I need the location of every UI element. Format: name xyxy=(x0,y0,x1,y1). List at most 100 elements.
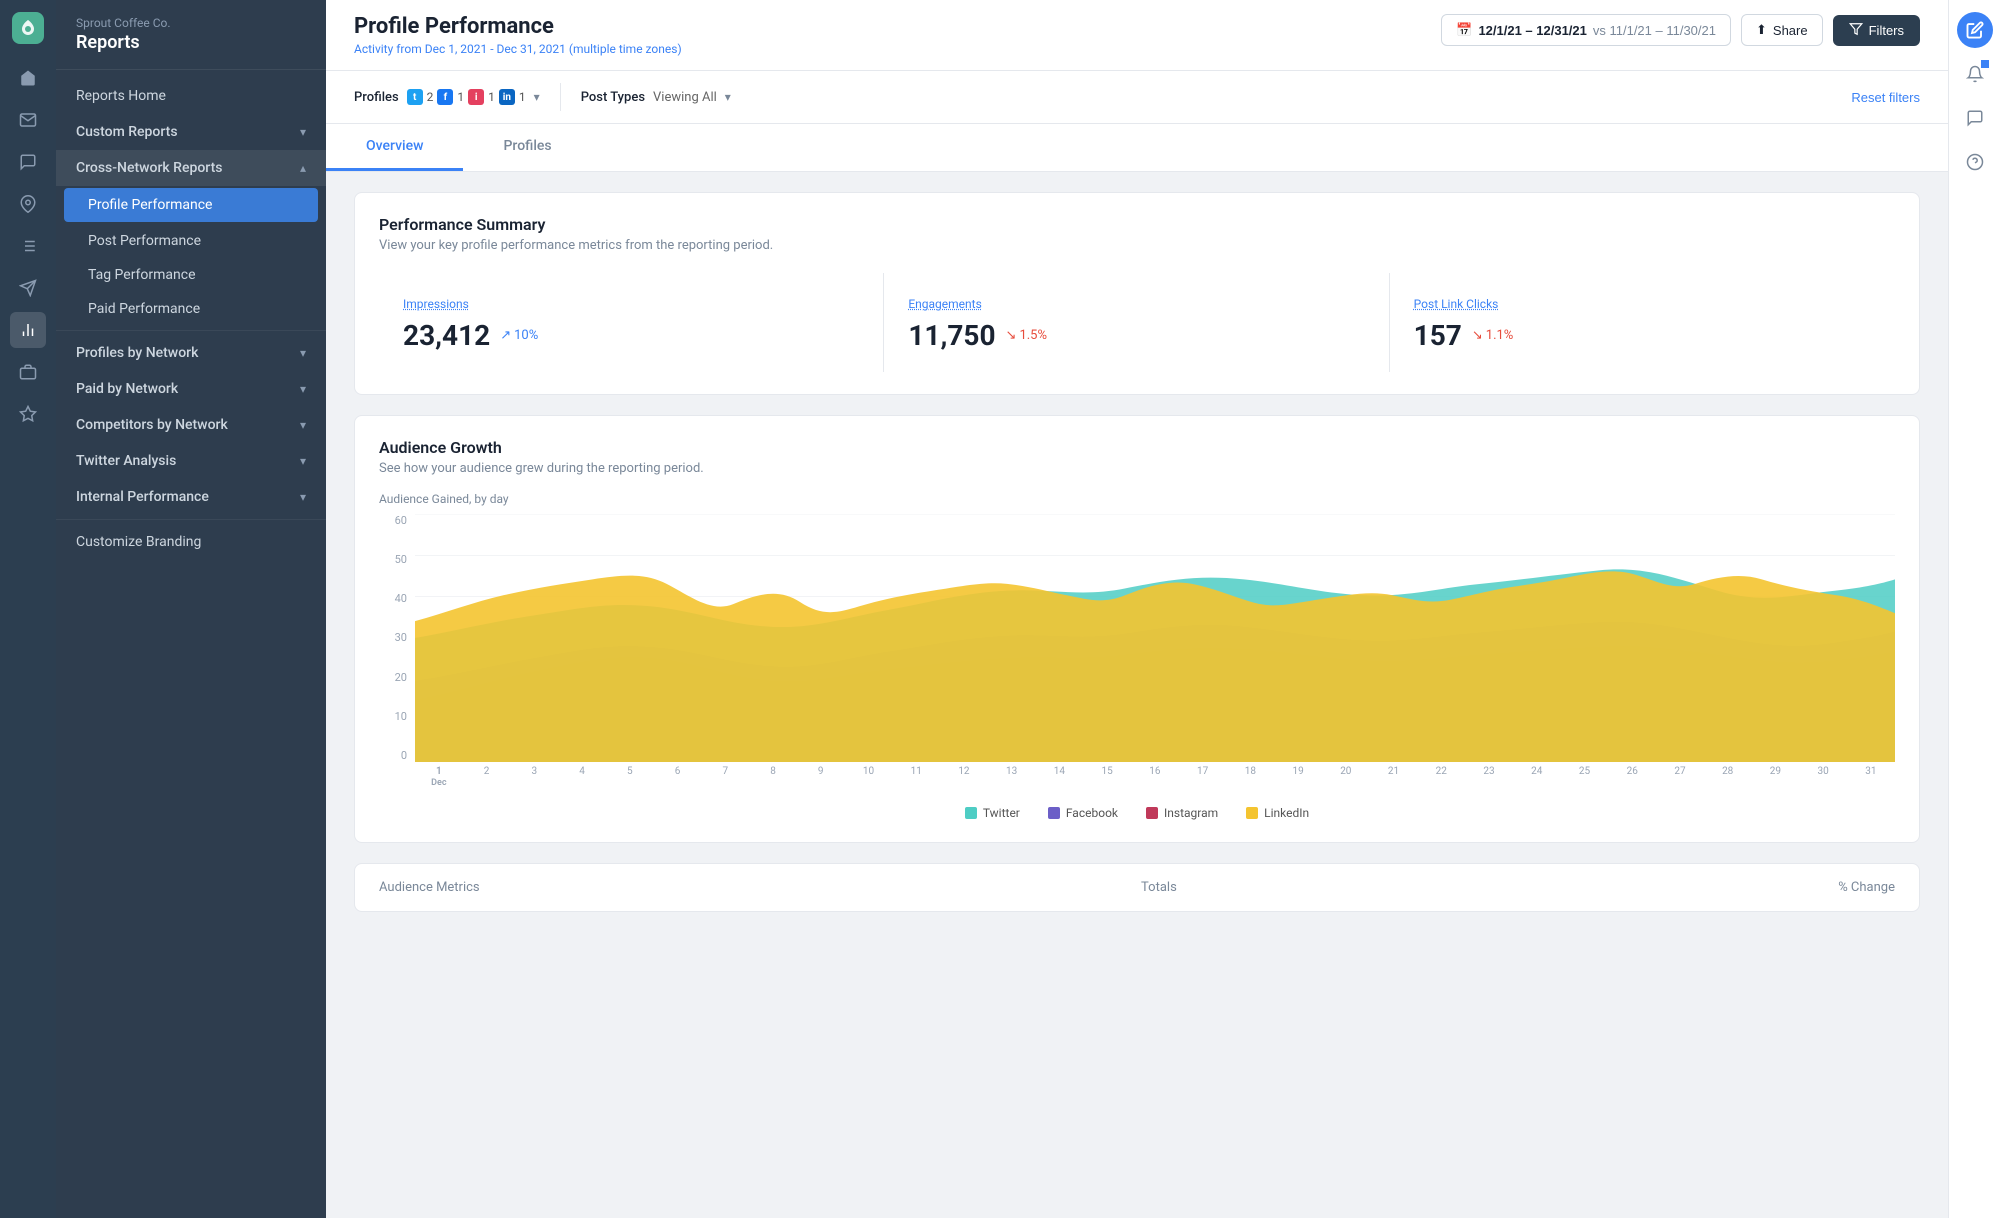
x-label-12: 12 xyxy=(940,766,988,777)
sidebar-item-profile-performance[interactable]: Profile Performance xyxy=(64,188,318,222)
y-label-40: 40 xyxy=(379,592,407,605)
post-types-label: Post Types xyxy=(581,90,645,105)
sidebar-icon-pin[interactable] xyxy=(10,186,46,222)
impressions-value: 23,412 xyxy=(403,319,490,352)
timezone-link[interactable]: multiple time zones xyxy=(573,42,678,56)
legend-facebook: Facebook xyxy=(1048,806,1118,820)
chevron-down-icon: ▾ xyxy=(300,454,306,468)
legend-instagram-label: Instagram xyxy=(1164,806,1218,820)
audience-growth-card: Audience Growth See how your audience gr… xyxy=(354,415,1920,843)
tab-profiles[interactable]: Profiles xyxy=(463,124,591,171)
x-label-17: 17 xyxy=(1179,766,1227,777)
sidebar-item-post-performance[interactable]: Post Performance xyxy=(56,224,326,258)
post-link-clicks-value: 157 xyxy=(1414,319,1462,352)
content-area: Performance Summary View your key profil… xyxy=(326,172,1948,1218)
x-label-31: 31 xyxy=(1847,766,1895,777)
sidebar-item-tag-performance[interactable]: Tag Performance xyxy=(56,258,326,292)
sidebar-item-cross-network[interactable]: Cross-Network Reports ▴ xyxy=(56,150,326,186)
x-label-13: 13 xyxy=(988,766,1036,777)
engagements-change: ↘ 1.5% xyxy=(1006,328,1047,343)
chevron-down-icon: ▾ xyxy=(300,346,306,360)
sidebar-icon-robot[interactable] xyxy=(10,354,46,390)
help-button[interactable] xyxy=(1957,144,1993,180)
chat-button[interactable] xyxy=(1957,100,1993,136)
x-label-15: 15 xyxy=(1083,766,1131,777)
chart-svg-container xyxy=(415,514,1895,762)
chart-label: Audience Gained, by day xyxy=(379,492,1895,506)
right-action-bar xyxy=(1948,0,2000,1218)
x-label-11: 11 xyxy=(892,766,940,777)
sidebar-item-twitter-analysis[interactable]: Twitter Analysis ▾ xyxy=(56,443,326,479)
sidebar-item-internal-performance[interactable]: Internal Performance ▾ xyxy=(56,479,326,515)
engagements-pct: 1.5% xyxy=(1019,328,1047,343)
instagram-count: 1 xyxy=(488,90,495,104)
pct-change-label: % Change xyxy=(1838,880,1895,895)
profiles-label: Profiles xyxy=(354,90,399,105)
sidebar-icon-home[interactable] xyxy=(10,60,46,96)
post-types-chevron: ▾ xyxy=(725,90,731,104)
x-label-1: 1Dec xyxy=(415,766,463,788)
date-range-button[interactable]: 📅 12/1/21 – 12/31/21 vs 11/1/21 – 11/30/… xyxy=(1441,14,1731,46)
edit-button-wrapper xyxy=(1957,12,1993,48)
filters-button[interactable]: Filters xyxy=(1833,15,1920,46)
metric-post-link-clicks: Post Link Clicks 157 ↘ 1.1% xyxy=(1390,273,1895,372)
linkedin-count: 1 xyxy=(519,90,526,104)
sidebar-icon-star[interactable] xyxy=(10,396,46,432)
sidebar: Sprout Coffee Co. Reports Reports Home C… xyxy=(56,0,326,1218)
engagements-label[interactable]: Engagements xyxy=(908,297,981,311)
performance-summary-title: Performance Summary xyxy=(379,215,1895,234)
sidebar-item-profiles-network[interactable]: Profiles by Network ▾ xyxy=(56,335,326,371)
x-label-3: 3 xyxy=(510,766,558,777)
legend-linkedin-label: LinkedIn xyxy=(1264,806,1309,820)
y-label-50: 50 xyxy=(379,553,407,566)
sidebar-item-paid-performance[interactable]: Paid Performance xyxy=(56,292,326,326)
app-logo[interactable] xyxy=(12,12,44,44)
audience-growth-title: Audience Growth xyxy=(379,438,1895,457)
chart-y-labels: 60 50 40 30 20 10 0 xyxy=(379,514,415,762)
sidebar-icon-list[interactable] xyxy=(10,228,46,264)
sidebar-item-competitors-network[interactable]: Competitors by Network ▾ xyxy=(56,407,326,443)
totals-label: Totals xyxy=(1141,880,1177,895)
divider xyxy=(56,519,326,520)
legend-instagram-dot xyxy=(1146,807,1158,819)
sidebar-icon-send[interactable] xyxy=(10,270,46,306)
sidebar-icon-compose[interactable] xyxy=(10,144,46,180)
x-label-27: 27 xyxy=(1656,766,1704,777)
divider xyxy=(56,330,326,331)
main-content: Profile Performance Activity from Dec 1,… xyxy=(326,0,1948,1218)
edit-button[interactable] xyxy=(1957,12,1993,48)
section-title: Reports xyxy=(76,32,306,53)
twitter-count: 2 xyxy=(427,90,434,104)
sidebar-icon-reports[interactable] xyxy=(10,312,46,348)
reset-filters-button[interactable]: Reset filters xyxy=(1851,90,1920,105)
share-button[interactable]: ⬆ Share xyxy=(1741,14,1823,46)
x-label-30: 30 xyxy=(1799,766,1847,777)
tab-overview[interactable]: Overview xyxy=(326,124,463,171)
tabs: Overview Profiles xyxy=(326,124,1948,172)
sidebar-item-paid-network[interactable]: Paid by Network ▾ xyxy=(56,371,326,407)
profiles-filter[interactable]: Profiles t 2 f 1 i 1 in 1 ▾ xyxy=(354,89,540,105)
impressions-value-row: 23,412 ↗ 10% xyxy=(403,319,859,352)
filter-icon xyxy=(1849,22,1863,39)
page-subtitle: Activity from Dec 1, 2021 - Dec 31, 2021… xyxy=(354,42,682,56)
x-label-21: 21 xyxy=(1370,766,1418,777)
subtitle-end: ) xyxy=(677,42,681,56)
sidebar-item-custom-reports[interactable]: Custom Reports ▾ xyxy=(56,114,326,150)
share-label: Share xyxy=(1773,23,1808,38)
top-header: Profile Performance Activity from Dec 1,… xyxy=(326,0,1948,71)
impressions-label[interactable]: Impressions xyxy=(403,297,469,311)
sidebar-item-customize-branding[interactable]: Customize Branding xyxy=(56,524,326,560)
audience-metrics-label: Audience Metrics xyxy=(379,880,480,895)
sidebar-nav: Reports Home Custom Reports ▾ Cross-Netw… xyxy=(56,70,326,568)
post-types-filter[interactable]: Post Types Viewing All ▾ xyxy=(581,90,731,105)
icon-bar xyxy=(0,0,56,1218)
down-arrow-icon-2: ↘ xyxy=(1472,328,1483,343)
engagements-value-row: 11,750 ↘ 1.5% xyxy=(908,319,1364,352)
facebook-icon: f xyxy=(437,89,453,105)
x-label-14: 14 xyxy=(1036,766,1084,777)
post-link-clicks-label[interactable]: Post Link Clicks xyxy=(1414,297,1499,311)
sidebar-icon-inbox[interactable] xyxy=(10,102,46,138)
header-right: 📅 12/1/21 – 12/31/21 vs 11/1/21 – 11/30/… xyxy=(1441,14,1920,46)
sidebar-item-reports-home[interactable]: Reports Home xyxy=(56,78,326,114)
x-label-28: 28 xyxy=(1704,766,1752,777)
